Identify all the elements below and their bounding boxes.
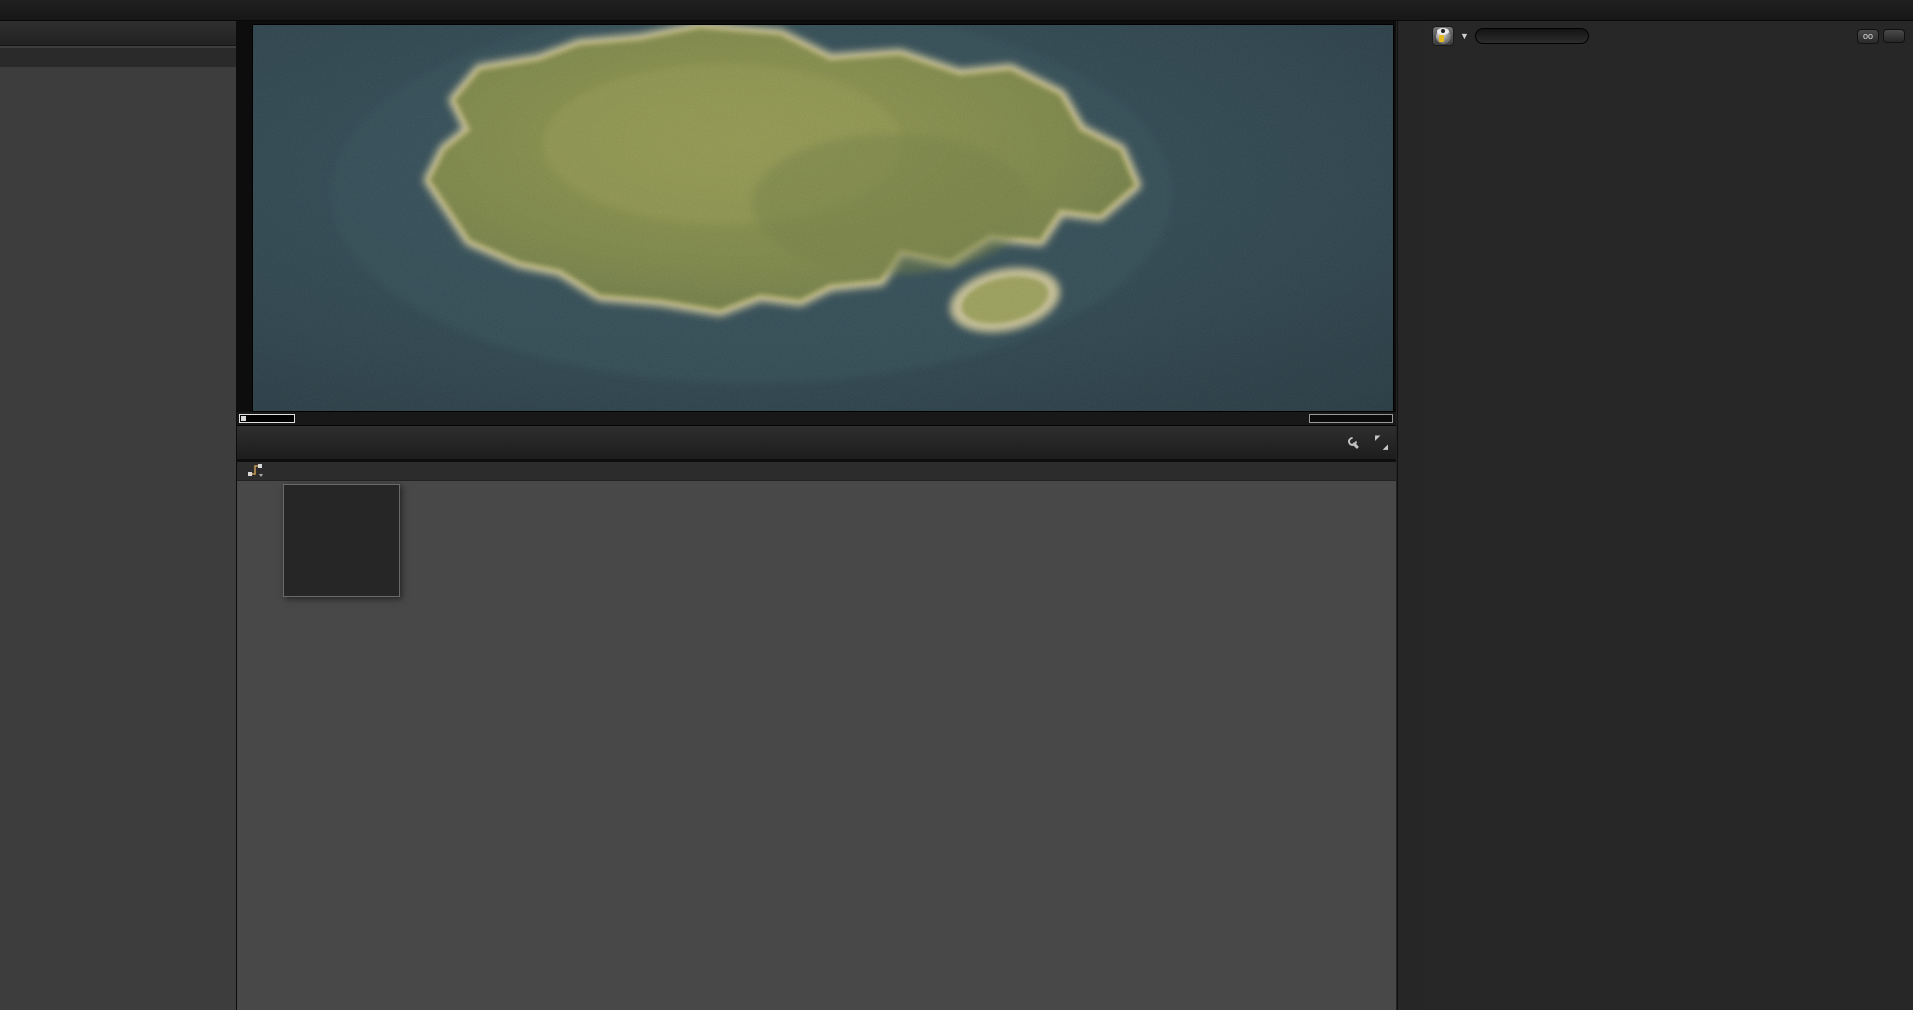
- ab-preview-icon[interactable]: oo: [1857, 28, 1879, 44]
- panel-header: ▼ oo: [1432, 25, 1905, 47]
- sidebar-tabs: [0, 48, 236, 67]
- render-status-bar: [237, 412, 1396, 425]
- node-graph-icon[interactable]: [237, 463, 267, 480]
- fullscreen-icon[interactable]: [1375, 434, 1388, 451]
- node-editor-left-toolbar: [259, 487, 283, 1004]
- render-viewport[interactable]: [252, 24, 1394, 412]
- node-editor-tabbar: [237, 462, 1396, 481]
- project-sidebar: [0, 21, 237, 1010]
- memory-bar: [1309, 414, 1393, 423]
- node-graph-minimap[interactable]: [283, 484, 400, 597]
- node-graph-area[interactable]: [237, 481, 1396, 1010]
- render-progress-bar: [239, 414, 295, 423]
- panel-mode-strip: [1397, 21, 1424, 1010]
- visibility-icon[interactable]: [1883, 28, 1905, 43]
- project-tree: [0, 67, 236, 1010]
- macro-type-dropdown[interactable]: [1474, 28, 1589, 44]
- menu-bar: [0, 0, 1913, 21]
- application-window: ▼ oo: [0, 0, 1913, 1010]
- sidebar-toolbar: [0, 21, 236, 46]
- collapse-triangle-icon[interactable]: ▼: [1460, 31, 1469, 41]
- center-column: [237, 21, 1396, 1010]
- render-toolbar: [237, 425, 1396, 460]
- material-properties-panel: ▼ oo: [1424, 21, 1913, 1010]
- island-render: [252, 24, 1394, 412]
- wrench-icon[interactable]: [1347, 436, 1361, 450]
